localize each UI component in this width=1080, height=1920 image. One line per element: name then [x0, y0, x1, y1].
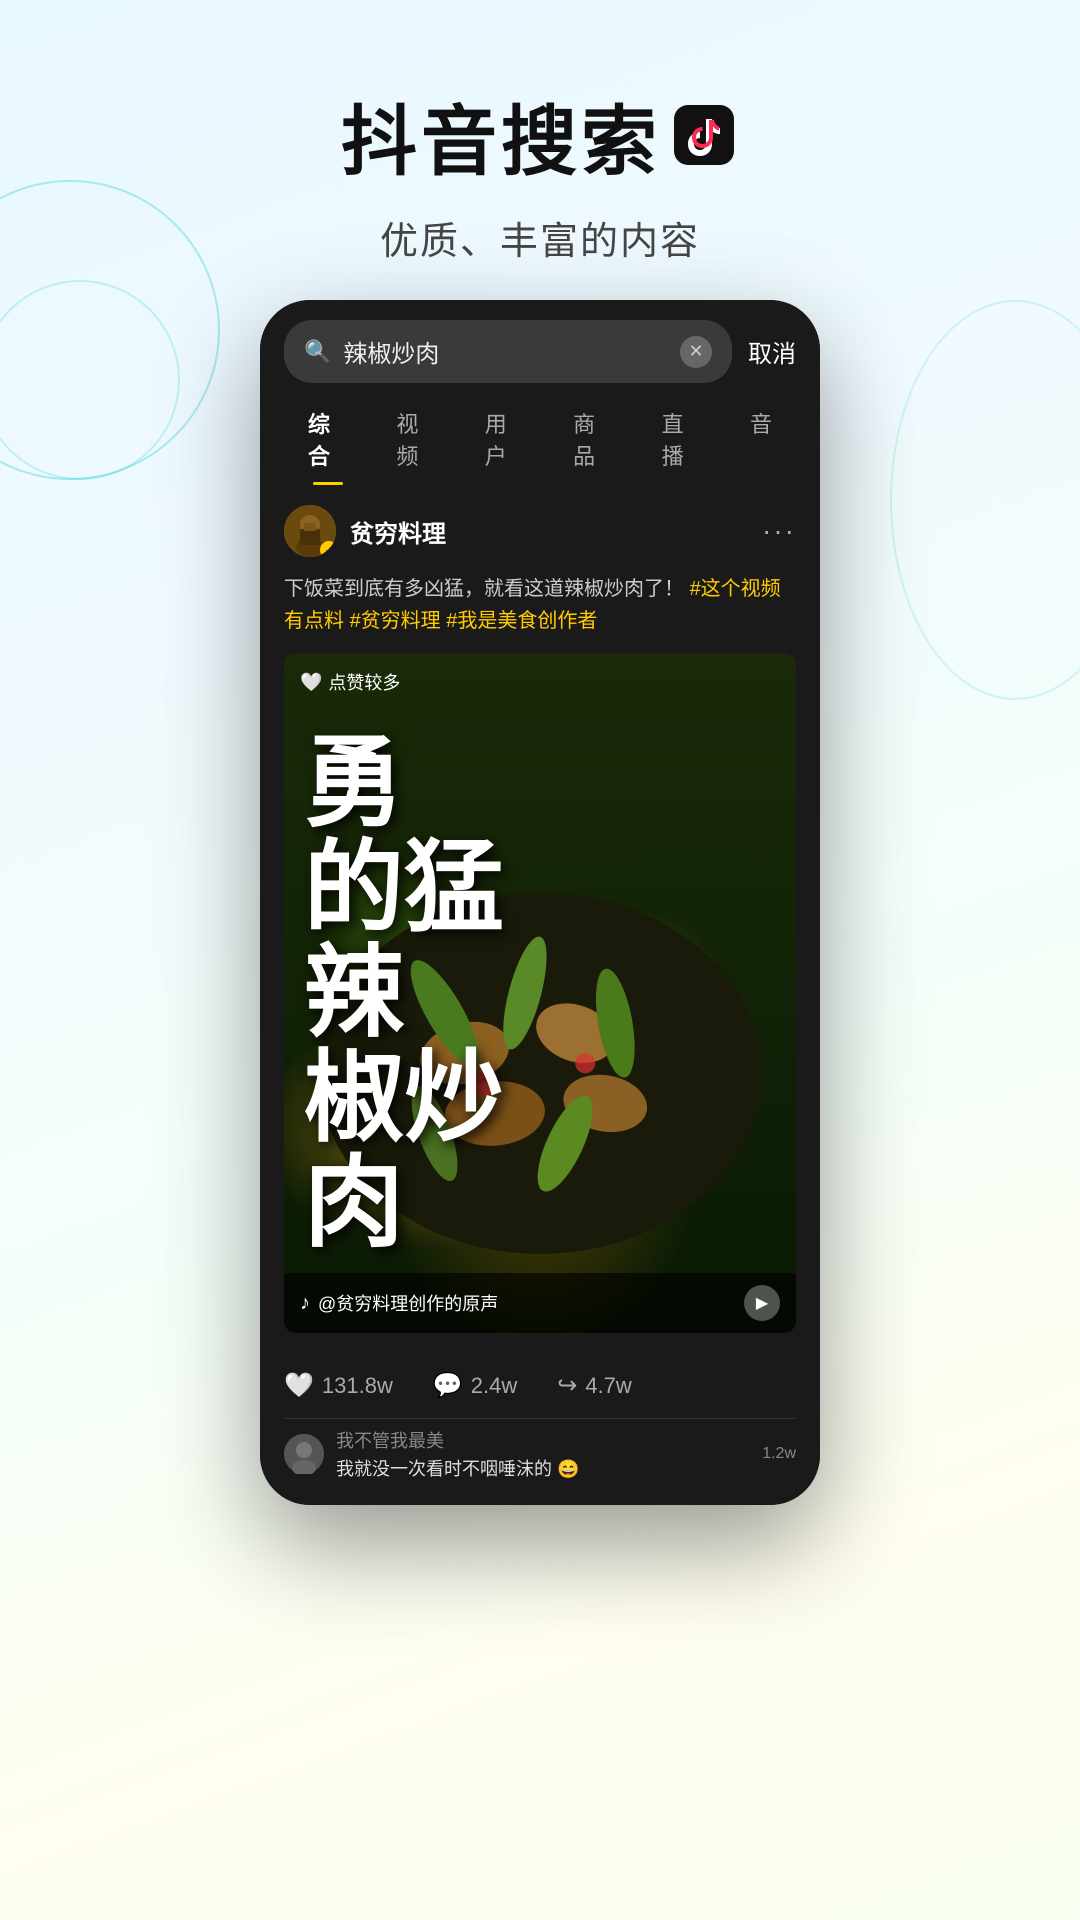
tiktok-logo-icon [669, 100, 739, 170]
search-results: ✓ 贫穷料理 ··· 下饭菜到底有多凶猛，就看这道辣椒炒肉了！ #这个视频有点料… [260, 485, 820, 1353]
hashtag-2[interactable]: #贫穷料理 [350, 610, 447, 632]
search-clear-button[interactable]: ✕ [680, 336, 712, 368]
comment-likes: 1.2w [762, 1445, 796, 1463]
tab-user[interactable]: 用户 [461, 399, 549, 485]
comment-stat-icon: 💬 [433, 1371, 463, 1400]
tab-comprehensive[interactable]: 综合 [284, 399, 372, 485]
author-row: ✓ 贫穷料理 ··· [284, 505, 796, 557]
tab-audio[interactable]: 音 [726, 399, 796, 485]
avatar: ✓ [284, 505, 336, 557]
author-info: ✓ 贫穷料理 [284, 505, 446, 557]
audio-info: ♪ @贫穷料理创作的原声 [300, 1290, 498, 1316]
comments-count: 2.4w [471, 1373, 517, 1399]
share-stat-icon: ↪ [557, 1371, 577, 1400]
tiktok-small-icon: ♪ [300, 1292, 310, 1315]
hashtag-3[interactable]: #我是美食创作者 [446, 610, 597, 632]
search-input-container[interactable]: 🔍 辣椒炒肉 ✕ [284, 320, 732, 383]
heart-stat-icon: 🤍 [284, 1371, 314, 1400]
audio-text: @贫穷料理创作的原声 [318, 1290, 498, 1316]
play-icon: ▶ [756, 1293, 768, 1313]
likes-badge: 🤍 点赞较多 [300, 669, 400, 695]
shares-count: 4.7w [585, 1373, 631, 1399]
video-title-text: 勇的猛辣椒炒肉 [304, 731, 504, 1256]
likes-stat[interactable]: 🤍 131.8w [284, 1371, 393, 1400]
comment-item: 我不管我最美 我就没一次看时不咽唾沫的 😄 1.2w [284, 1419, 796, 1489]
tab-product[interactable]: 商品 [549, 399, 637, 485]
search-bar: 🔍 辣椒炒肉 ✕ 取消 [260, 300, 820, 383]
video-text-overlay: 勇的猛辣椒炒肉 [284, 653, 796, 1333]
author-name: 贫穷料理 [350, 514, 446, 549]
bg-decoration-3 [890, 300, 1080, 700]
comments-section: 我不管我最美 我就没一次看时不咽唾沫的 😄 1.2w [260, 1419, 820, 1505]
title-text: 抖音搜索 [341, 80, 661, 190]
likes-count: 131.8w [322, 1373, 393, 1399]
audio-bar: ♪ @贫穷料理创作的原声 ▶ [284, 1273, 796, 1333]
comment-text: 我就没一次看时不咽唾沫的 😄 [336, 1455, 750, 1481]
tab-live[interactable]: 直播 [638, 399, 726, 485]
search-icon: 🔍 [304, 339, 331, 365]
description-text: 下饭菜到底有多凶猛，就看这道辣椒炒肉了！ [284, 578, 684, 600]
comment-content: 我不管我最美 我就没一次看时不咽唾沫的 😄 [336, 1427, 750, 1481]
search-query: 辣椒炒肉 [343, 334, 668, 369]
stats-bar: 🤍 131.8w 💬 2.4w ↪ 4.7w [260, 1353, 820, 1418]
app-title: 抖音搜索 [0, 80, 1080, 190]
tab-video[interactable]: 视频 [372, 399, 460, 485]
post-description: 下饭菜到底有多凶猛，就看这道辣椒炒肉了！ #这个视频有点料 #贫穷料理 #我是美… [284, 573, 796, 637]
close-icon: ✕ [688, 341, 703, 362]
commenter-name: 我不管我最美 [336, 1427, 750, 1453]
comments-stat[interactable]: 💬 2.4w [433, 1371, 517, 1400]
header-subtitle: 优质、丰富的内容 [0, 210, 1080, 265]
search-tabs: 综合 视频 用户 商品 直播 音 [260, 383, 820, 485]
play-button[interactable]: ▶ [744, 1285, 780, 1321]
shares-stat[interactable]: ↪ 4.7w [557, 1371, 632, 1400]
search-cancel-button[interactable]: 取消 [748, 334, 796, 369]
commenter-avatar [284, 1434, 324, 1474]
video-thumbnail[interactable]: 勇的猛辣椒炒肉 🤍 点赞较多 ♪ @贫穷料理创作的原声 ▶ [284, 653, 796, 1333]
verified-badge: ✓ [320, 541, 336, 557]
phone-mockup: 🔍 辣椒炒肉 ✕ 取消 综合 视频 用户 商品 直播 音 [260, 300, 820, 1505]
more-options-icon[interactable]: ··· [762, 515, 796, 547]
likes-label: 点赞较多 [328, 669, 400, 695]
heart-icon: 🤍 [300, 672, 322, 693]
header: 抖音搜索 优质、丰富的内容 [0, 0, 1080, 305]
